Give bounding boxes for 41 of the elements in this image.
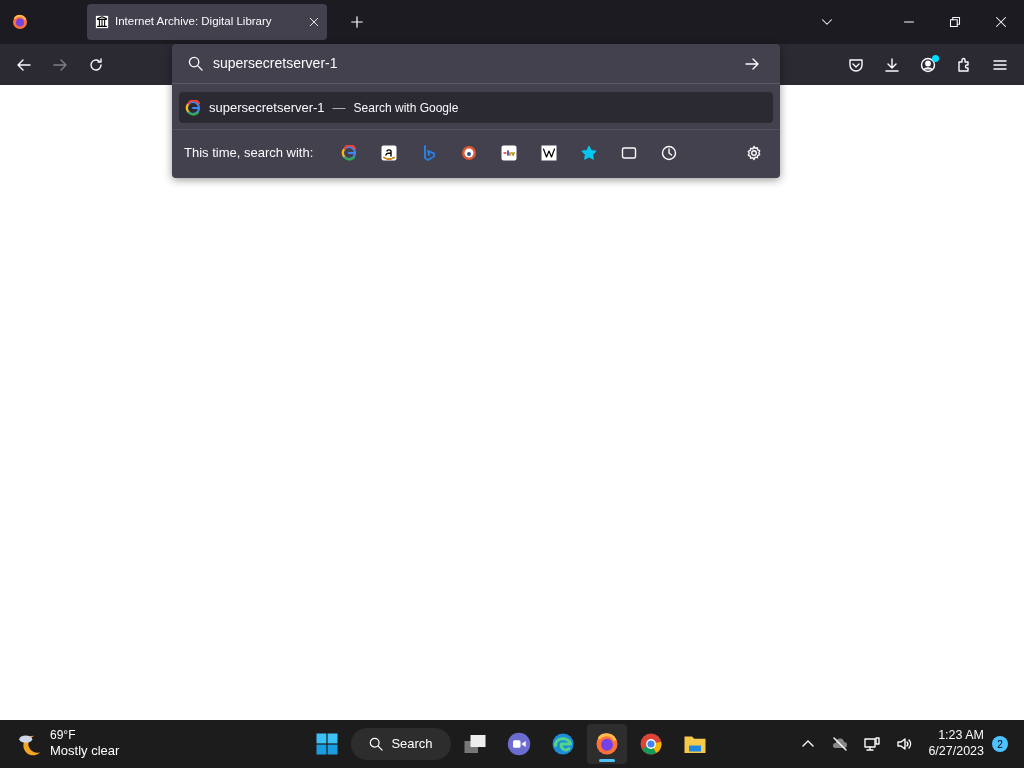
tab-icon	[621, 144, 638, 161]
search-icon	[188, 56, 203, 71]
notification-count-badge[interactable]: 2	[992, 736, 1008, 752]
video-chat-icon	[507, 732, 531, 756]
restore-icon	[949, 16, 961, 28]
network-monitor-icon	[864, 736, 881, 752]
download-icon	[884, 56, 900, 73]
museum-icon	[95, 15, 109, 29]
bing-logo-icon	[421, 144, 438, 161]
close-icon	[995, 16, 1007, 28]
weather-condition-text: Mostly clear	[50, 743, 120, 760]
amazon-logo-icon	[381, 144, 398, 161]
chevron-down-icon	[821, 16, 833, 28]
settings-icon	[746, 144, 762, 161]
search-with-label: This time, search with:	[184, 143, 314, 162]
search-icon	[369, 737, 384, 751]
windows-logo-icon	[315, 732, 339, 756]
close-icon	[309, 17, 319, 28]
firefox-logo-icon	[12, 14, 28, 30]
crossed-cloud-icon	[832, 736, 849, 752]
firefox-logo-icon	[595, 732, 619, 756]
temperature-text: 69°F	[50, 728, 77, 744]
google-logo-icon	[185, 99, 201, 116]
clock-button[interactable]: 1:23 AM 6/27/2023	[928, 728, 984, 760]
suggestion-row[interactable]: supersecretserver-1 — Search with Google	[179, 92, 773, 123]
reload-icon	[88, 56, 104, 73]
taskbar-search-button[interactable]: Search	[351, 728, 451, 760]
speaker-icon	[896, 736, 913, 752]
wikipedia-logo-icon	[541, 144, 558, 161]
pocket-icon	[848, 56, 864, 73]
chrome-logo-icon	[639, 732, 663, 756]
firefox-logo-button[interactable]	[587, 724, 627, 764]
plus-icon	[350, 15, 364, 29]
clock-icon	[661, 144, 678, 161]
edge-logo-icon	[551, 732, 575, 756]
star-icon	[581, 144, 598, 161]
task-view-icon	[463, 732, 487, 756]
google-logo-icon	[341, 144, 358, 161]
account-icon	[920, 56, 936, 73]
browser-tab[interactable]: Internet Archive: Digital Library	[87, 4, 327, 40]
puzzle-piece-icon	[956, 56, 972, 73]
